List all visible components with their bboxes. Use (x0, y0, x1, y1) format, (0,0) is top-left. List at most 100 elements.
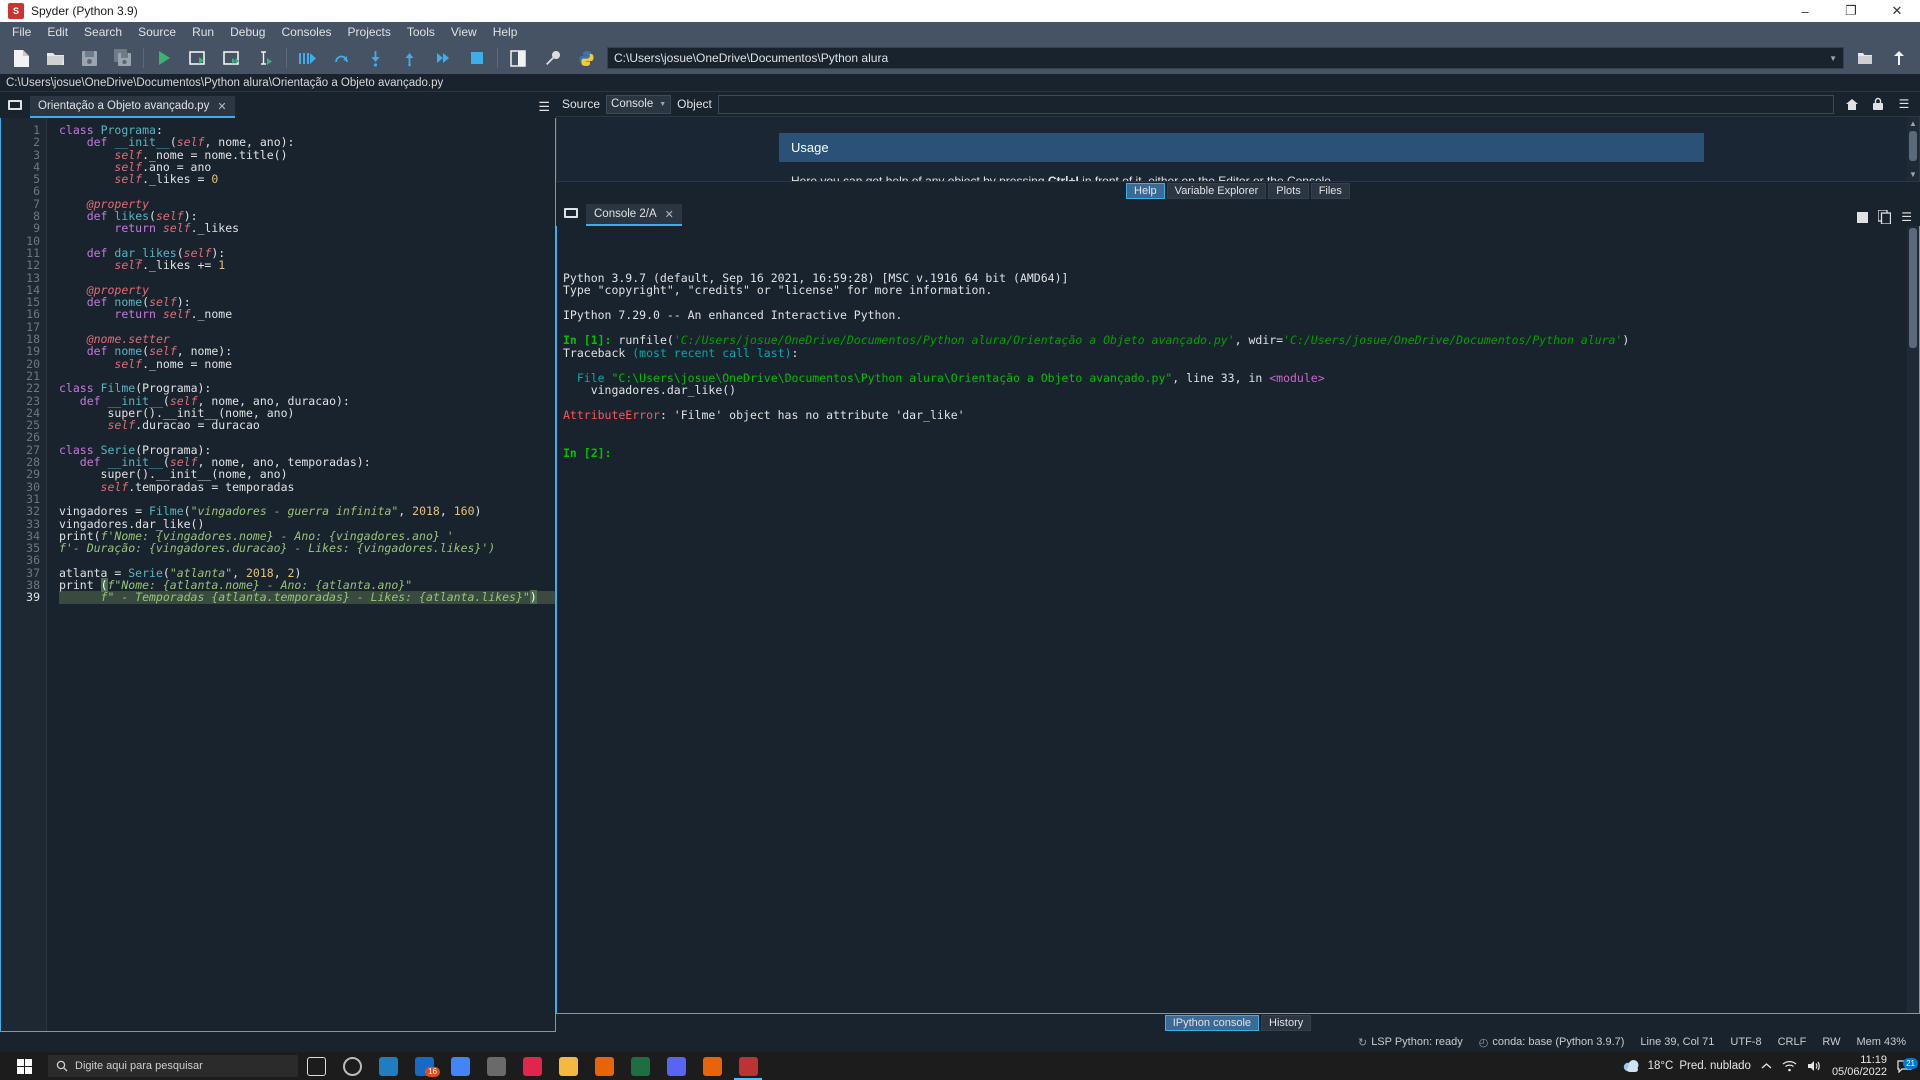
help-scroll-thumb[interactable] (1909, 131, 1917, 161)
code-line[interactable]: return self._likes (59, 222, 555, 234)
lock-icon[interactable] (1868, 94, 1888, 114)
run-file-icon[interactable] (147, 44, 181, 72)
run-cell-advance-icon[interactable] (215, 44, 249, 72)
code-text-area[interactable]: class Programa: def __init__(self, nome,… (47, 118, 555, 1031)
tab-plots[interactable]: Plots (1268, 183, 1309, 199)
taskbar-clock[interactable]: 11:19 05/06/2022 (1832, 1054, 1887, 1078)
copy-icon[interactable] (1878, 210, 1892, 224)
app-opera[interactable] (514, 1052, 550, 1080)
editor-options-hamburger-icon[interactable]: ☰ (538, 99, 550, 115)
console-options-hamburger-icon[interactable]: ☰ (1901, 210, 1912, 224)
code-line[interactable]: self._likes = 0 (59, 173, 555, 185)
task-view[interactable] (298, 1052, 334, 1080)
folder-icon[interactable] (1848, 44, 1882, 72)
app-spyder[interactable] (730, 1052, 766, 1080)
tab-help[interactable]: Help (1126, 183, 1165, 199)
menu-source[interactable]: Source (130, 23, 184, 41)
menu-search[interactable]: Search (76, 23, 130, 41)
browse-tabs-icon[interactable] (4, 94, 26, 116)
notification-center-button[interactable]: 21 (1897, 1058, 1918, 1073)
help-scrollbar[interactable]: ▲ ▼ (1907, 117, 1919, 181)
taskbar-search-box[interactable]: Digite aqui para pesquisar (48, 1055, 298, 1077)
app-chrome[interactable] (442, 1052, 478, 1080)
stop-icon[interactable] (1857, 211, 1869, 223)
code-line[interactable]: self._likes += 1 (59, 259, 555, 271)
chevron-down-icon[interactable]: ▼ (659, 101, 666, 108)
wifi-icon[interactable] (1782, 1060, 1797, 1072)
browse-tabs-icon[interactable] (560, 202, 582, 224)
app-discord[interactable] (658, 1052, 694, 1080)
python-path-icon[interactable] (569, 44, 603, 72)
tab-history[interactable]: History (1261, 1015, 1312, 1031)
menu-debug[interactable]: Debug (222, 23, 273, 41)
menu-file[interactable]: File (4, 23, 39, 41)
run-cell-icon[interactable] (181, 44, 215, 72)
console-tab-active[interactable]: Console 2/A ✕ (586, 204, 682, 226)
working-directory-path[interactable]: C:\Users\josue\OneDrive\Documentos\Pytho… (607, 47, 1844, 69)
app-edge[interactable] (370, 1052, 406, 1080)
search-icon (56, 1060, 68, 1072)
console-token: Traceback (563, 345, 633, 360)
console-scroll-thumb[interactable] (1909, 228, 1917, 348)
app-store[interactable] (478, 1052, 514, 1080)
menu-view[interactable]: View (443, 23, 485, 41)
app-firefox[interactable] (694, 1052, 730, 1080)
maximize-button[interactable]: ❐ (1828, 0, 1874, 22)
code-line[interactable]: self.duracao = duracao (59, 419, 555, 431)
menu-help[interactable]: Help (485, 23, 526, 41)
help-options-hamburger-icon[interactable]: ☰ (1894, 94, 1914, 114)
chevron-down-icon[interactable]: ▼ (1829, 54, 1837, 63)
debug-file-icon[interactable] (290, 44, 324, 72)
weather-widget[interactable]: 18°C Pred. nublado (1622, 1059, 1751, 1073)
close-icon[interactable]: ✕ (665, 208, 674, 221)
open-file-icon[interactable] (38, 44, 72, 72)
new-file-icon[interactable] (4, 44, 38, 72)
app-chrome-glyph (450, 1056, 470, 1076)
code-line[interactable]: f'- Duração: {vingadores.duracao} - Like… (59, 542, 555, 554)
app-vlc[interactable] (586, 1052, 622, 1080)
console-scrollbar[interactable] (1907, 226, 1919, 1013)
menu-edit[interactable]: Edit (39, 23, 76, 41)
menu-tools[interactable]: Tools (399, 23, 443, 41)
app-excel-glyph (630, 1056, 650, 1076)
app-excel[interactable] (622, 1052, 658, 1080)
step-into-icon[interactable] (358, 44, 392, 72)
stop-debug-icon[interactable] (460, 44, 494, 72)
step-over-icon[interactable] (324, 44, 358, 72)
speaker-icon[interactable] (1807, 1060, 1822, 1072)
code-line[interactable]: self._nome = nome (59, 357, 555, 370)
code-editor[interactable]: 1 2 3 4 5 6 7 8 9 10 11 12 13 14 15 16 17 18 19 20 21 22 23 24 2… (0, 118, 556, 1032)
app-explorer[interactable] (550, 1052, 586, 1080)
tab-files[interactable]: Files (1310, 183, 1350, 199)
preferences-icon[interactable] (535, 44, 569, 72)
code-line[interactable]: f" - Temporadas {atlanta.temporadas} - L… (59, 590, 555, 605)
maximize-pane-icon[interactable] (501, 44, 535, 72)
home-icon[interactable] (1842, 94, 1862, 114)
minimize-button[interactable]: – (1782, 0, 1828, 22)
code-line[interactable]: return self._nome (59, 308, 555, 320)
save-all-icon[interactable] (106, 44, 140, 72)
tab-ipython-console[interactable]: IPython console (1164, 1015, 1260, 1031)
editor-tab-active[interactable]: Orientação a Objeto avançado.py ✕ (30, 96, 235, 118)
help-source-select[interactable]: Console ▼ (606, 94, 672, 114)
code-line[interactable]: self.temporadas = temporadas (59, 480, 555, 493)
menu-projects[interactable]: Projects (340, 23, 399, 41)
menu-consoles[interactable]: Consoles (273, 23, 339, 41)
console-output[interactable]: Python 3.9.7 (default, Sep 16 2021, 16:5… (556, 226, 1920, 1014)
app-mail[interactable]: 16 (406, 1052, 442, 1080)
continue-icon[interactable] (426, 44, 460, 72)
help-object-input[interactable] (717, 94, 1834, 114)
start-button[interactable] (2, 1052, 46, 1080)
run-selection-icon[interactable] (249, 44, 283, 72)
close-button[interactable]: ✕ (1874, 0, 1920, 22)
step-return-icon[interactable] (392, 44, 426, 72)
tab-variable-explorer[interactable]: Variable Explorer (1166, 183, 1267, 199)
close-icon[interactable]: ✕ (217, 100, 226, 113)
save-file-icon[interactable] (72, 44, 106, 72)
cortana-circle[interactable] (334, 1052, 370, 1080)
arrow-up-icon[interactable] (1882, 44, 1916, 72)
menu-run[interactable]: Run (184, 23, 222, 41)
chevron-up-icon[interactable] (1761, 1062, 1772, 1070)
scroll-up-icon[interactable]: ▲ (1909, 119, 1917, 128)
scroll-down-icon[interactable]: ▼ (1909, 170, 1917, 179)
